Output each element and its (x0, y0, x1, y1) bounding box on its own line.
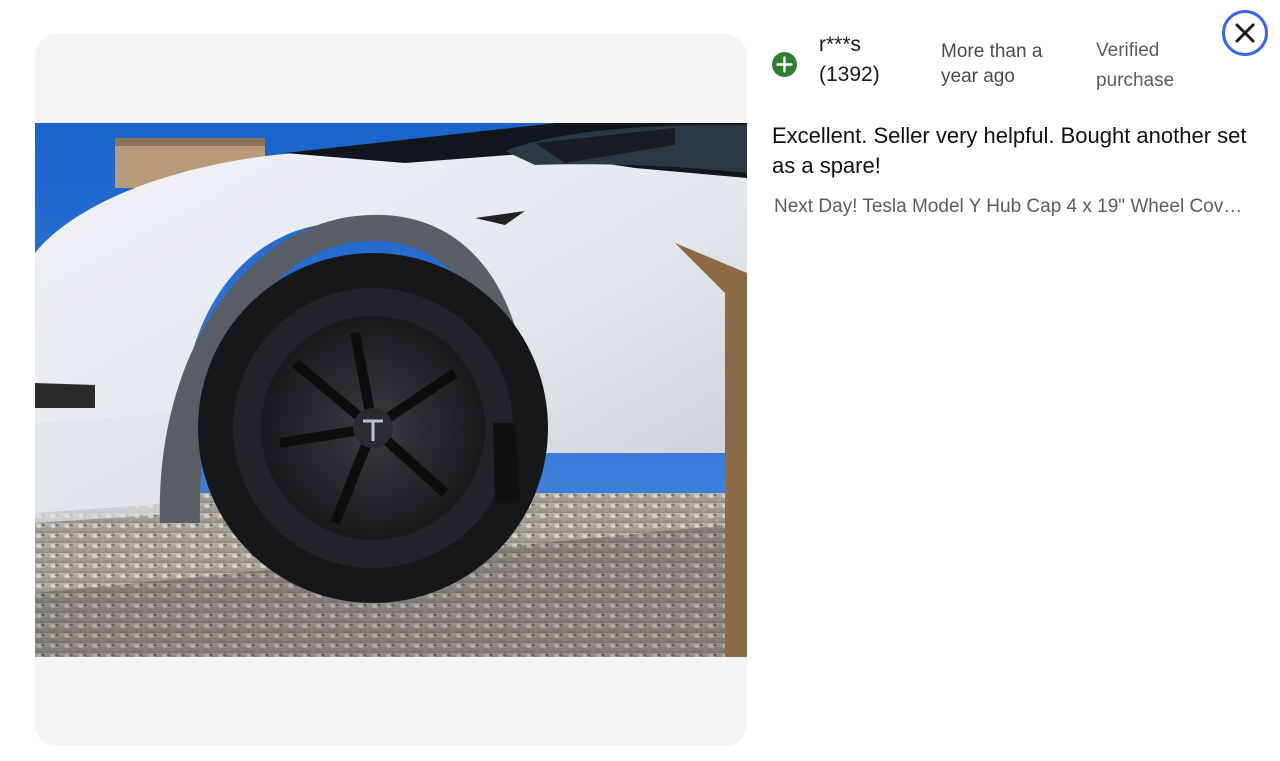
reviewer-feedback-score: (1392) (819, 63, 880, 86)
review-photo-modal: r***s (1392) More than a year ago Verifi… (0, 0, 1280, 761)
reviewer-info: r***s (1392) More than a year ago Verifi… (772, 30, 1252, 100)
reviewer-name: r***s (819, 33, 862, 56)
plus-circle-icon (772, 52, 797, 77)
review-date: More than a year ago (941, 41, 1043, 87)
reviewed-item-title[interactable]: Next Day! Tesla Model Y Hub Cap 4 x 19" … (774, 195, 1246, 219)
review-details: r***s (1392) More than a year ago Verifi… (772, 30, 1252, 219)
review-photo[interactable] (35, 123, 747, 657)
review-comment: Excellent. Seller very helpful. Bought a… (772, 123, 1247, 178)
close-button[interactable] (1222, 10, 1268, 56)
close-icon (1235, 23, 1255, 43)
photo-panel (35, 34, 747, 746)
verified-purchase-badge: Verified purchase (1096, 40, 1175, 91)
reviewer-identity: r***s (1392) (819, 30, 919, 90)
